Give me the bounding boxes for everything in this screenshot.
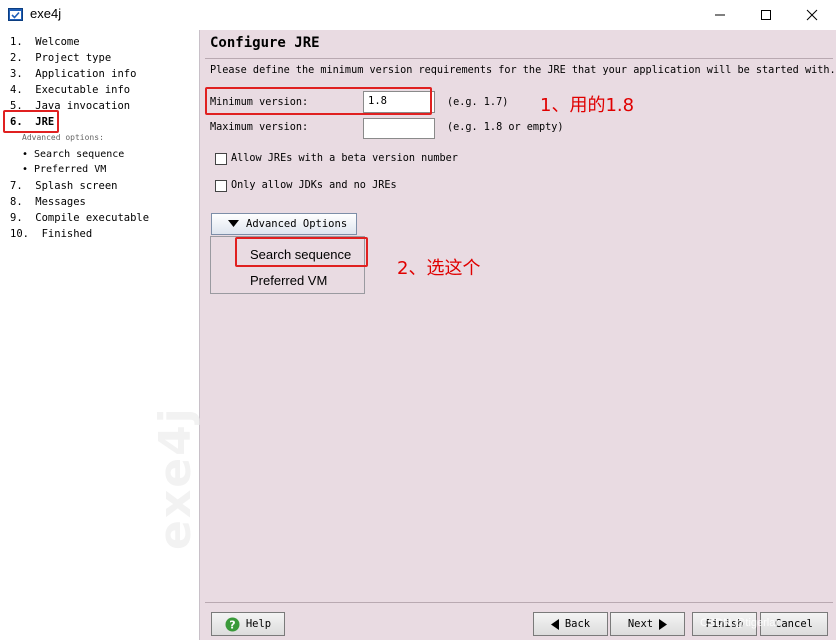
maximize-button[interactable] xyxy=(743,0,789,30)
svg-text:?: ? xyxy=(229,618,235,631)
csdn-watermark: CSDN @tigerlar xyxy=(700,617,780,629)
only-jdk-checkbox[interactable] xyxy=(215,180,227,192)
allow-beta-label[interactable]: Allow JREs with a beta version number xyxy=(231,153,458,164)
substep-search-sequence[interactable]: Search sequence xyxy=(34,149,124,160)
page-description: Please define the minimum version requir… xyxy=(210,65,836,76)
triangle-down-icon xyxy=(228,220,239,227)
menu-item-preferred-vm[interactable]: Preferred VM xyxy=(250,273,327,288)
max-version-label: Maximum version: xyxy=(210,122,309,133)
step-compile-executable[interactable]: 9. Compile executable xyxy=(10,212,149,224)
step-messages[interactable]: 8. Messages xyxy=(10,196,86,208)
cancel-button-label: Cancel xyxy=(775,618,813,630)
help-button[interactable]: ? Help xyxy=(211,612,285,636)
close-button[interactable] xyxy=(789,0,835,30)
arrow-right-icon xyxy=(659,618,668,630)
max-version-hint: (e.g. 1.8 or empty) xyxy=(447,122,564,133)
step-project-type[interactable]: 2. Project type xyxy=(10,52,111,64)
step-executable-info[interactable]: 4. Executable info xyxy=(10,84,130,96)
window-title: exe4j xyxy=(30,6,62,21)
max-version-input[interactable] xyxy=(363,118,435,139)
step-welcome[interactable]: 1. Welcome xyxy=(10,36,80,48)
main-pane: Configure JRE Please define the minimum … xyxy=(200,30,836,640)
advanced-options-button[interactable]: Advanced Options xyxy=(211,213,357,235)
annotation-box-jre xyxy=(3,110,59,133)
minimize-icon xyxy=(715,14,725,16)
help-button-label: Help xyxy=(245,618,272,630)
next-button[interactable]: Next xyxy=(610,612,685,636)
exe4j-watermark-logo: exe4j xyxy=(150,406,201,550)
help-icon: ? xyxy=(225,617,240,631)
arrow-left-icon xyxy=(550,618,559,630)
advanced-options-button-label: Advanced Options xyxy=(246,218,348,230)
annotation-note-2: 2、选这个 xyxy=(397,258,481,279)
step-application-info[interactable]: 3. Application info xyxy=(10,68,136,80)
back-button-label: Back xyxy=(564,618,591,630)
step-splash-screen[interactable]: 7. Splash screen xyxy=(10,180,117,192)
close-icon xyxy=(806,9,818,21)
annotation-note-1: 1、用的1.8 xyxy=(540,95,635,116)
exe4j-app-icon xyxy=(8,8,23,21)
allow-beta-checkbox[interactable] xyxy=(215,153,227,165)
annotation-box-min-version xyxy=(205,87,432,115)
button-bar-divider xyxy=(205,602,833,603)
step-finished[interactable]: 10. Finished xyxy=(10,228,92,240)
advanced-options-caption: Advanced options: xyxy=(22,133,104,142)
annotation-box-search-sequence xyxy=(235,237,368,267)
title-divider xyxy=(205,58,833,59)
bullet-icon: • xyxy=(22,164,29,175)
wizard-steps-sidebar: 1. Welcome 2. Project type 3. Applicatio… xyxy=(0,30,201,640)
title-bar: exe4j xyxy=(0,0,836,31)
page-title: Configure JRE xyxy=(210,35,320,51)
substep-preferred-vm[interactable]: Preferred VM xyxy=(34,164,106,175)
only-jdk-label[interactable]: Only allow JDKs and no JREs xyxy=(231,180,397,191)
next-button-label: Next xyxy=(627,618,654,630)
min-version-hint: (e.g. 1.7) xyxy=(447,97,509,108)
minimize-button[interactable] xyxy=(697,0,743,30)
maximize-icon xyxy=(761,10,771,20)
bullet-icon: • xyxy=(22,149,29,160)
back-button[interactable]: Back xyxy=(533,612,608,636)
